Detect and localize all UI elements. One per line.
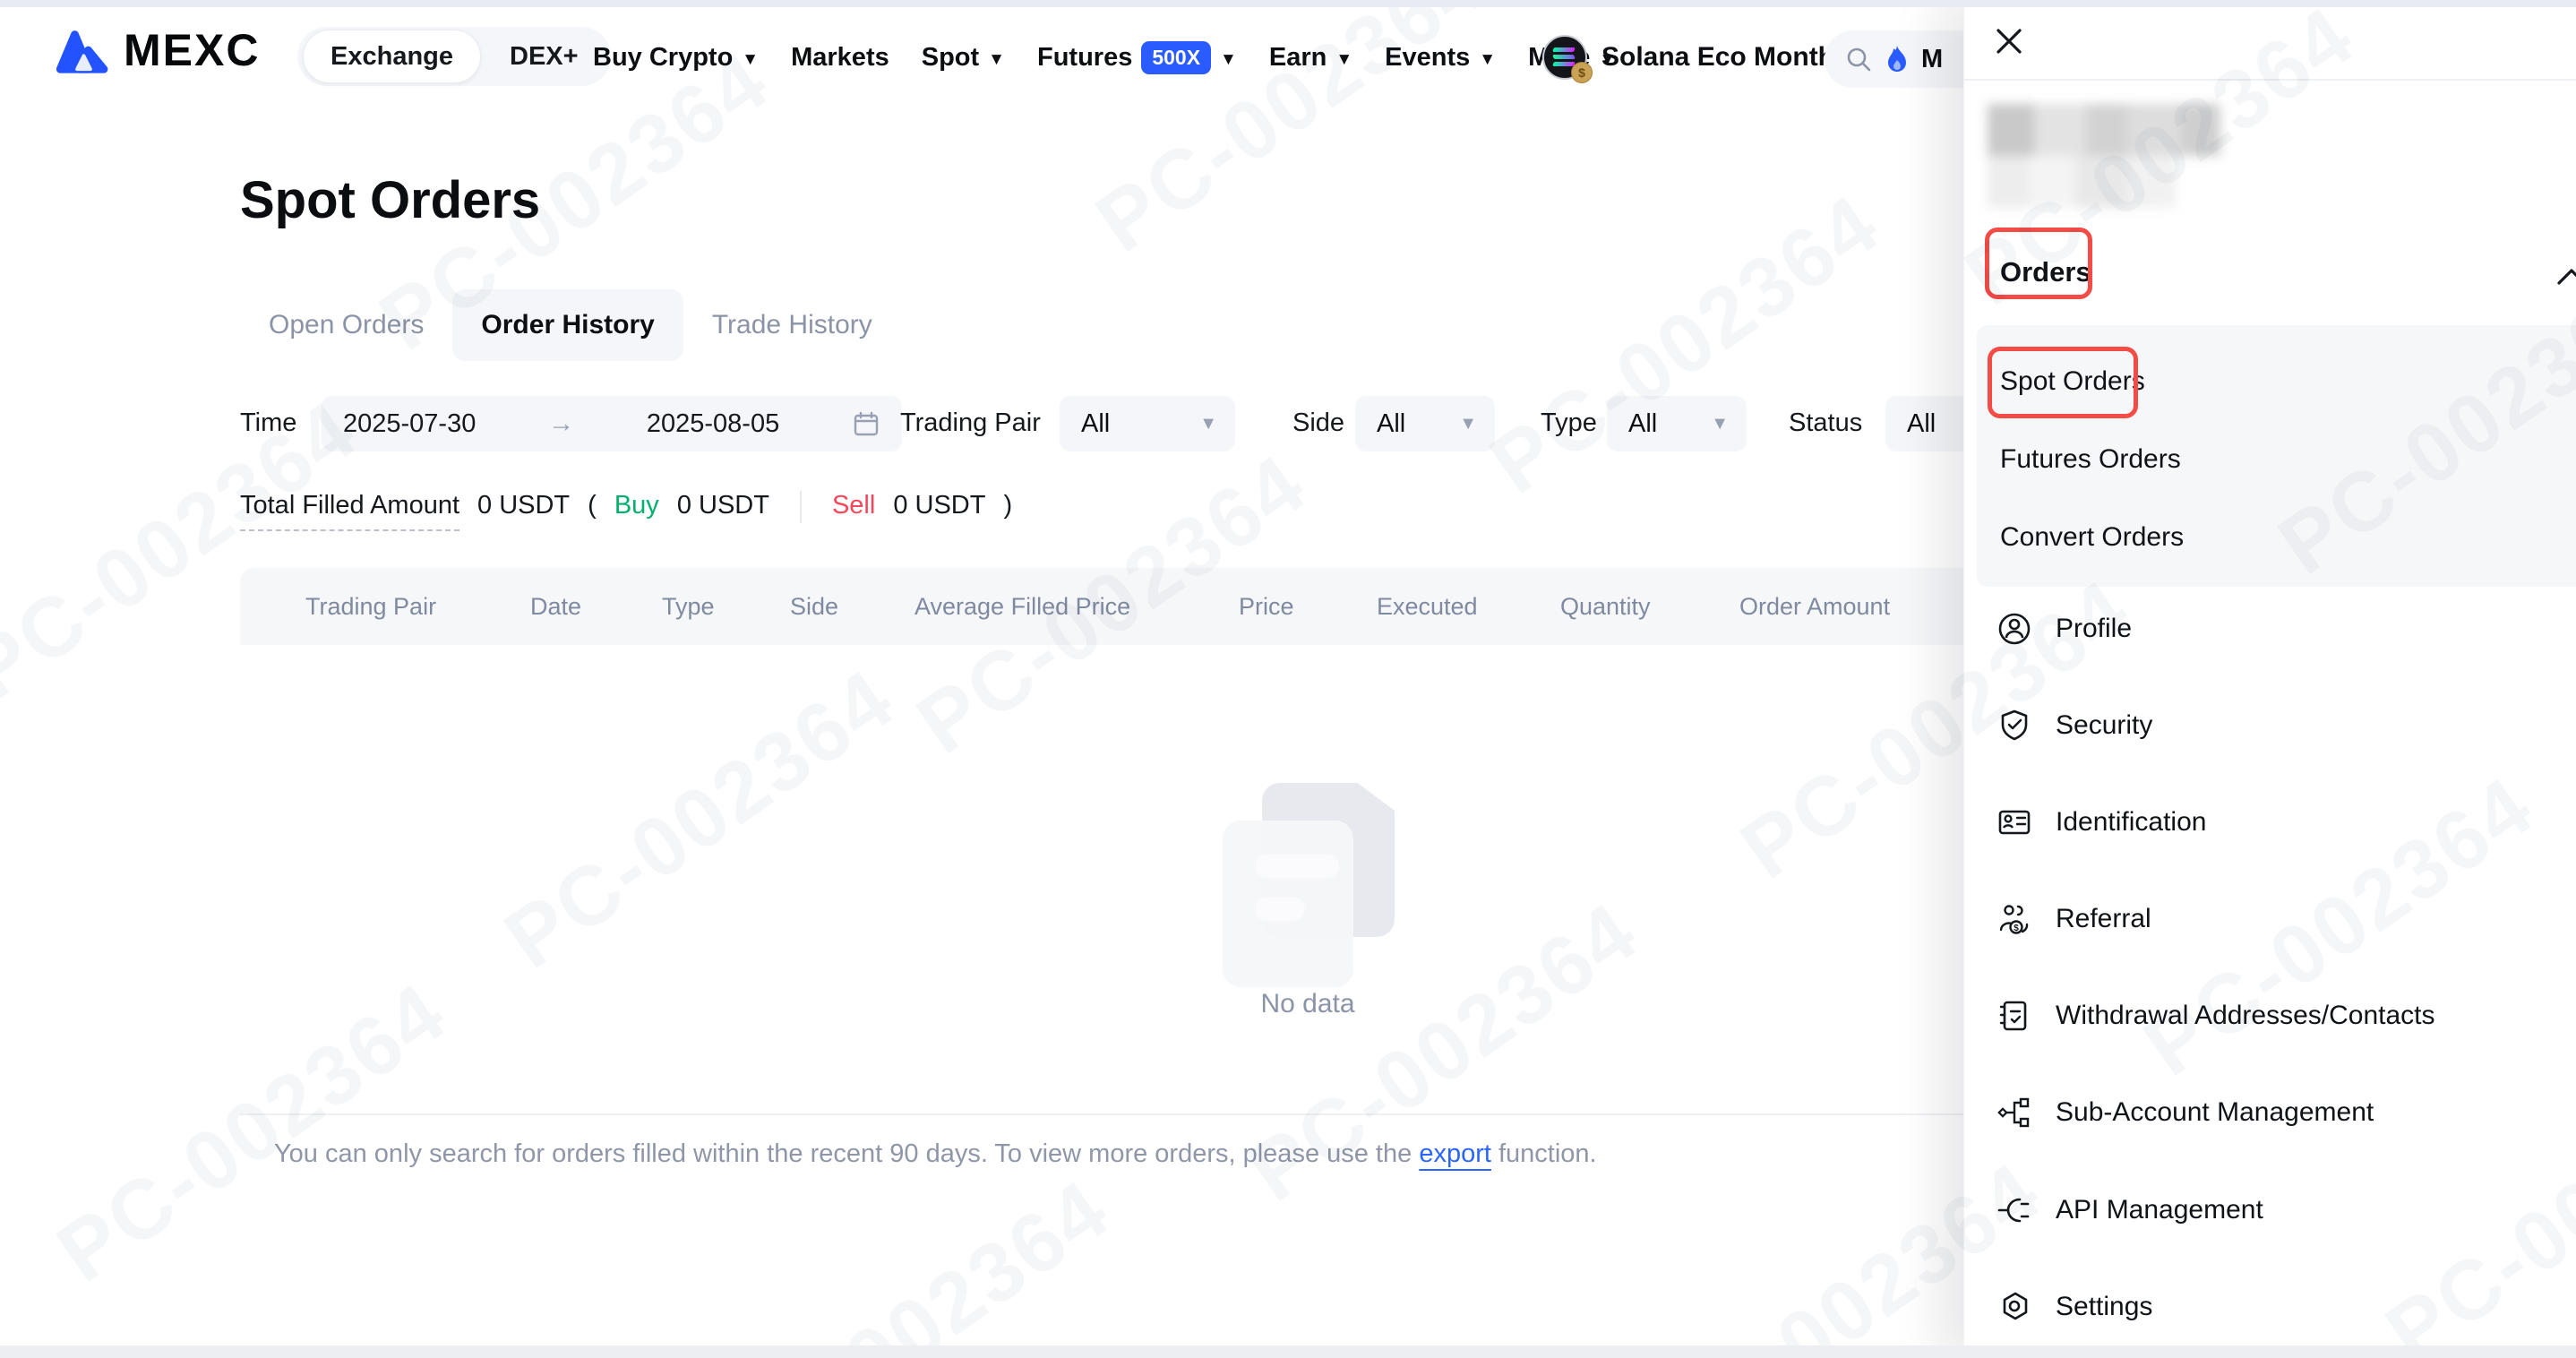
submenu-convert-orders[interactable]: Convert Orders	[2000, 522, 2184, 553]
col-average-filled-price: Average Filled Price	[914, 593, 1130, 621]
nav-item-markets[interactable]: Markets	[791, 43, 889, 73]
date-to-value: 2025-08-05	[647, 409, 779, 439]
paren-open: (	[588, 491, 597, 520]
col-price: Price	[1239, 593, 1294, 621]
table-footer-note: You can only search for orders filled wi…	[274, 1139, 1597, 1169]
viewport-bottom-edge	[0, 1345, 2576, 1358]
account-drawer: Orders Spot Orders Futures Orders Conver…	[1963, 0, 2576, 1358]
referral-icon: $	[1996, 901, 2032, 937]
nav-item-earn[interactable]: Earn ▼	[1269, 43, 1352, 73]
drawer-item-api-management[interactable]: API Management	[1996, 1192, 2263, 1228]
nav-item-spot[interactable]: Spot ▼	[922, 43, 1005, 73]
chevron-down-icon: ▼	[1199, 414, 1217, 434]
no-data-icon	[1223, 783, 1393, 971]
col-trading-pair: Trading Pair	[305, 593, 436, 621]
chevron-down-icon: ▼	[1335, 51, 1352, 68]
toggle-dex[interactable]: DEX+	[483, 30, 605, 82]
date-range-arrow-icon: →	[548, 409, 574, 439]
tab-open-orders[interactable]: Open Orders	[240, 289, 452, 361]
total-filled-amount-row: Total Filled Amount 0 USDT ( Buy 0 USDT …	[240, 491, 1012, 531]
tab-trade-history[interactable]: Trade History	[683, 289, 901, 361]
buy-label: Buy	[614, 491, 659, 520]
side-filter-label: Side	[1292, 408, 1344, 438]
toggle-exchange[interactable]: Exchange	[303, 30, 481, 83]
total-filled-amount-value: 0 USDT	[477, 491, 570, 520]
sub-account-icon	[1996, 1095, 2032, 1130]
date-from-value: 2025-07-30	[343, 409, 476, 439]
search-hot-token-text: M	[1921, 45, 1943, 74]
hot-flame-icon	[1885, 45, 1909, 73]
annotation-box-spot-orders	[1988, 347, 2138, 418]
nav-item-futures[interactable]: Futures 500X ▼	[1037, 41, 1237, 74]
col-order-amount: Order Amount	[1739, 593, 1890, 621]
nav-menu: Buy Crypto ▼ Markets Spot ▼ Futures 500X…	[593, 7, 1616, 107]
col-quantity: Quantity	[1560, 593, 1651, 621]
mexc-logo[interactable]: MEXC	[52, 23, 260, 77]
tab-order-history[interactable]: Order History	[452, 289, 683, 361]
order-tabs: Open Orders Order History Trade History	[240, 289, 901, 361]
chevron-down-icon: ▼	[1711, 414, 1729, 434]
annotation-box-orders	[1985, 228, 2092, 299]
sell-label: Sell	[832, 491, 875, 520]
chevron-down-icon: ▼	[1459, 414, 1477, 434]
security-icon	[1996, 708, 2032, 743]
withdrawal-addresses-icon	[1996, 998, 2032, 1034]
side-select[interactable]: All ▼	[1355, 396, 1495, 451]
total-filled-amount-label[interactable]: Total Filled Amount	[240, 491, 459, 531]
mexc-logo-icon	[52, 23, 111, 77]
close-icon[interactable]	[1989, 21, 2029, 61]
drawer-item-identification[interactable]: Identification	[1996, 804, 2206, 840]
calendar-icon	[852, 409, 880, 438]
date-range-picker[interactable]: 2025-07-30 → 2025-08-05	[322, 396, 902, 451]
col-executed: Executed	[1377, 593, 1478, 621]
type-filter-label: Type	[1541, 408, 1597, 438]
drawer-item-withdrawal-addresses[interactable]: Withdrawal Addresses/Contacts	[1996, 998, 2435, 1034]
nav-item-events[interactable]: Events ▼	[1385, 43, 1496, 73]
buy-value: 0 USDT	[677, 491, 769, 520]
buy-sell-divider	[800, 491, 802, 523]
export-link[interactable]: export	[1419, 1139, 1491, 1168]
svg-text:$: $	[2014, 924, 2019, 933]
promo-label: Solana Eco Month	[1601, 42, 1834, 73]
solana-coin-icon: $	[1542, 35, 1587, 80]
chevron-up-icon[interactable]	[2555, 265, 2576, 287]
drawer-item-sub-account[interactable]: Sub-Account Management	[1996, 1095, 2374, 1130]
status-filter-label: Status	[1789, 408, 1862, 438]
type-select[interactable]: All ▼	[1607, 396, 1747, 451]
exchange-dex-toggle: Exchange DEX+	[297, 27, 611, 86]
settings-icon	[1996, 1289, 2032, 1325]
drawer-item-settings[interactable]: Settings	[1996, 1289, 2152, 1325]
solana-eco-month-link[interactable]: $ Solana Eco Month	[1542, 7, 1834, 107]
watermark-text: PC-002364	[1473, 176, 1897, 513]
viewport-top-edge	[0, 0, 2576, 7]
chevron-down-icon: ▼	[1220, 51, 1237, 68]
page-title: Spot Orders	[240, 170, 540, 230]
futures-leverage-badge: 500X	[1141, 41, 1211, 74]
chevron-down-icon: ▼	[988, 51, 1005, 68]
paren-close: )	[1003, 491, 1012, 520]
col-date: Date	[530, 593, 581, 621]
submenu-futures-orders[interactable]: Futures Orders	[2000, 444, 2181, 475]
mexc-spot-orders-page: MEXC Exchange DEX+ Buy Crypto ▼ Markets …	[0, 0, 2576, 1358]
col-side: Side	[790, 593, 838, 621]
sell-value: 0 USDT	[893, 491, 985, 520]
drawer-header-divider	[1964, 79, 2576, 81]
drawer-item-referral[interactable]: $ Referral	[1996, 901, 2151, 937]
time-filter-label: Time	[240, 408, 296, 438]
chevron-down-icon: ▼	[1479, 51, 1496, 68]
drawer-item-security[interactable]: Security	[1996, 708, 2152, 743]
search-icon	[1844, 45, 1873, 73]
profile-icon	[1996, 611, 2032, 647]
col-type: Type	[662, 593, 715, 621]
api-icon	[1996, 1192, 2032, 1228]
blurred-account-name	[1988, 104, 2220, 211]
drawer-item-profile[interactable]: Profile	[1996, 611, 2132, 647]
nav-item-buy-crypto[interactable]: Buy Crypto ▼	[593, 43, 759, 73]
mexc-wordmark: MEXC	[124, 24, 260, 76]
trading-pair-filter-label: Trading Pair	[900, 408, 1041, 438]
identification-icon	[1996, 804, 2032, 840]
trading-pair-select[interactable]: All ▼	[1060, 396, 1235, 451]
chevron-down-icon: ▼	[742, 51, 759, 68]
